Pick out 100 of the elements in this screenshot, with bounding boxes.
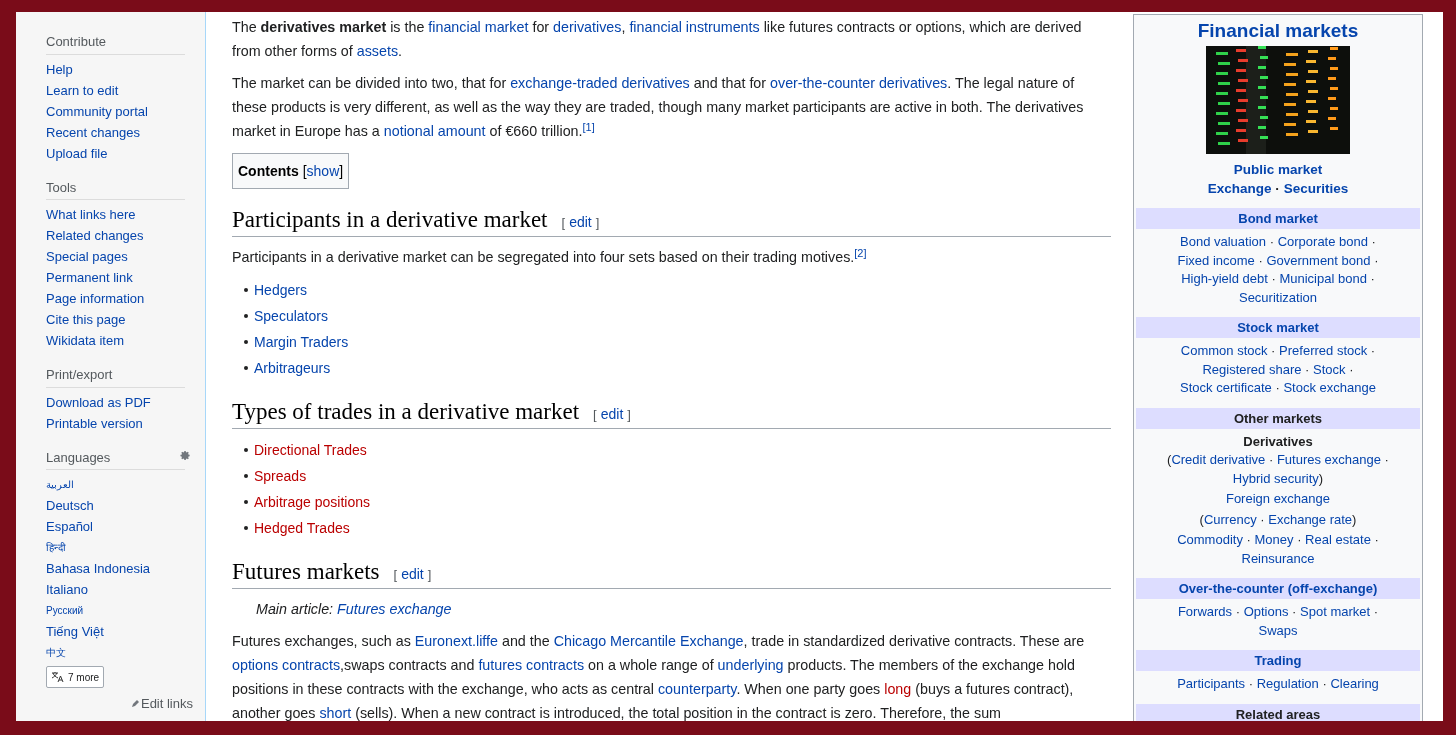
sidebar-link[interactable]: Related changes <box>46 228 144 243</box>
link[interactable]: short <box>319 705 352 721</box>
infobox-link[interactable]: Options <box>1243 604 1289 619</box>
sidebar-link[interactable]: Help <box>46 61 73 77</box>
edit-link[interactable]: edit <box>600 404 624 425</box>
bullet-icon <box>244 314 248 318</box>
sidebar-link[interactable]: Page information <box>46 291 145 306</box>
bullet-icon <box>244 500 248 504</box>
sidebar-link[interactable]: Download as PDF <box>46 394 151 410</box>
infobox-link[interactable]: Money <box>1254 532 1294 547</box>
language-link[interactable]: 中文 <box>46 647 66 658</box>
link[interactable]: options contracts <box>232 657 341 673</box>
infobox-link[interactable]: Futures exchange <box>1276 452 1381 467</box>
reference-link[interactable]: [1] <box>582 120 595 133</box>
language-link[interactable]: Español <box>46 519 93 534</box>
infobox-link[interactable]: Foreign exchange <box>1225 491 1331 506</box>
list-link[interactable]: Directional Trades <box>254 439 367 461</box>
language-link[interactable]: हिन्दी <box>46 542 66 553</box>
sidebar-link[interactable]: Special pages <box>46 249 128 264</box>
infobox-link[interactable]: Registered share <box>1202 361 1302 377</box>
link[interactable]: Chicago Mercantile Exchange <box>553 633 744 649</box>
infobox-link[interactable]: Forwards <box>1177 604 1233 619</box>
separator: · <box>1304 361 1311 377</box>
reference-link[interactable]: [2] <box>854 246 867 259</box>
language-link[interactable]: العربية <box>46 479 74 490</box>
infobox-link[interactable]: Commodity <box>1177 532 1243 547</box>
infobox-link[interactable]: Currency <box>1203 511 1257 527</box>
infobox-link[interactable]: Credit derivative <box>1171 452 1266 467</box>
infobox-link[interactable]: Stock exchange <box>1283 380 1376 395</box>
infobox-section-heading[interactable]: Stock market <box>1136 317 1420 338</box>
list-link[interactable]: Hedged Trades <box>254 517 350 539</box>
language-link[interactable]: Italiano <box>46 582 88 597</box>
link[interactable]: notional amount <box>383 123 486 139</box>
infobox-link[interactable]: Stock certificate <box>1180 380 1272 395</box>
sidebar-link[interactable]: Upload file <box>46 145 108 161</box>
sidebar-link[interactable]: Cite this page <box>46 312 126 327</box>
sidebar-link[interactable]: Wikidata item <box>46 333 125 348</box>
link[interactable]: derivatives <box>553 19 622 35</box>
infobox-link[interactable]: Hybrid security <box>1232 470 1319 486</box>
infobox-link[interactable]: Clearing <box>1330 676 1379 691</box>
parenthesis: ) <box>1318 470 1324 486</box>
infobox-link[interactable]: Municipal bond <box>1279 271 1367 286</box>
language-link[interactable]: Deutsch <box>46 498 94 513</box>
infobox-link[interactable]: Government bond <box>1266 252 1371 268</box>
more-languages-button[interactable]: 7 more <box>46 666 105 688</box>
infobox-link[interactable]: Securitization <box>1238 289 1317 305</box>
infobox-section-heading[interactable]: Over-the-counter (off-exchange) <box>1136 578 1420 599</box>
toggle-bracket: ] <box>339 161 344 181</box>
infobox-section-heading[interactable]: Trading <box>1136 650 1420 671</box>
link[interactable]: Euronext.liffe <box>414 633 498 649</box>
infobox-link[interactable]: Public market <box>1233 162 1323 177</box>
infobox-link[interactable]: Common stock <box>1180 343 1268 358</box>
infobox-link[interactable]: Fixed income <box>1177 252 1255 268</box>
infobox-link[interactable]: Regulation <box>1256 676 1319 691</box>
edit-link[interactable]: edit <box>401 564 424 585</box>
link[interactable]: underlying <box>717 657 784 673</box>
infobox-link[interactable]: Reinsurance <box>1241 550 1315 566</box>
infobox-link[interactable]: Spot market <box>1300 604 1371 619</box>
link[interactable]: Futures exchange <box>337 601 452 617</box>
infobox-link[interactable]: Stock <box>1313 361 1346 377</box>
edit-links[interactable]: Edit links <box>140 694 193 714</box>
infobox-link[interactable]: Corporate bond <box>1277 234 1368 249</box>
link[interactable]: exchange-traded derivatives <box>510 75 690 91</box>
infobox-link[interactable]: Real estate <box>1305 532 1371 547</box>
infobox-link[interactable]: Exchange <box>1207 181 1272 196</box>
list-link[interactable]: Hedgers <box>254 279 307 301</box>
link[interactable]: financial market <box>428 19 529 35</box>
sidebar-link[interactable]: Recent changes <box>46 124 140 140</box>
infobox-link[interactable]: Preferred stock <box>1279 343 1368 358</box>
list-link[interactable]: Spreads <box>254 465 307 487</box>
sidebar-link[interactable]: Permanent link <box>46 270 133 285</box>
link[interactable]: futures contracts <box>478 657 585 673</box>
infobox-link[interactable]: Exchange rate <box>1268 511 1353 527</box>
infobox-section-heading: Other markets <box>1136 407 1420 429</box>
paragraph: The derivatives market is the financial market for derivatives, financial instruments like futures contracts or options, which are derived from other forms of assets. <box>232 18 1083 61</box>
infobox-link[interactable]: Swaps <box>1258 622 1298 638</box>
language-link[interactable]: Bahasa Indonesia <box>46 561 151 576</box>
infobox-section-heading[interactable]: Bond market <box>1136 208 1420 229</box>
infobox-link[interactable]: High-yield debt <box>1181 271 1268 286</box>
edit-link[interactable]: edit <box>569 212 592 233</box>
infobox-link[interactable]: Participants <box>1177 676 1246 691</box>
list-link[interactable]: Speculators <box>254 305 328 327</box>
list-link[interactable]: Arbitrage positions <box>254 491 370 513</box>
link[interactable]: financial instruments <box>629 19 760 35</box>
separator: · <box>1270 343 1277 358</box>
link[interactable]: long <box>884 681 912 697</box>
infobox-link[interactable]: Securities <box>1283 181 1349 196</box>
language-link[interactable]: Tiếng Việt <box>46 624 104 639</box>
list-link[interactable]: Margin Traders <box>254 331 349 353</box>
sidebar-link[interactable]: What links here <box>46 207 136 222</box>
section-heading: Types of trades in a derivative market <box>232 398 580 426</box>
sidebar-link[interactable]: Community portal <box>46 103 148 119</box>
infobox-link[interactable]: Bond valuation <box>1180 234 1267 249</box>
separator: · <box>1245 532 1252 547</box>
sidebar-link[interactable]: Printable version <box>46 415 143 431</box>
sidebar-link[interactable]: Learn to edit <box>46 82 119 98</box>
settings-icon[interactable] <box>180 449 191 461</box>
list-link[interactable]: Arbitrageurs <box>254 357 331 379</box>
link[interactable]: counterparty <box>657 681 737 697</box>
language-link[interactable]: Русский <box>46 605 84 616</box>
